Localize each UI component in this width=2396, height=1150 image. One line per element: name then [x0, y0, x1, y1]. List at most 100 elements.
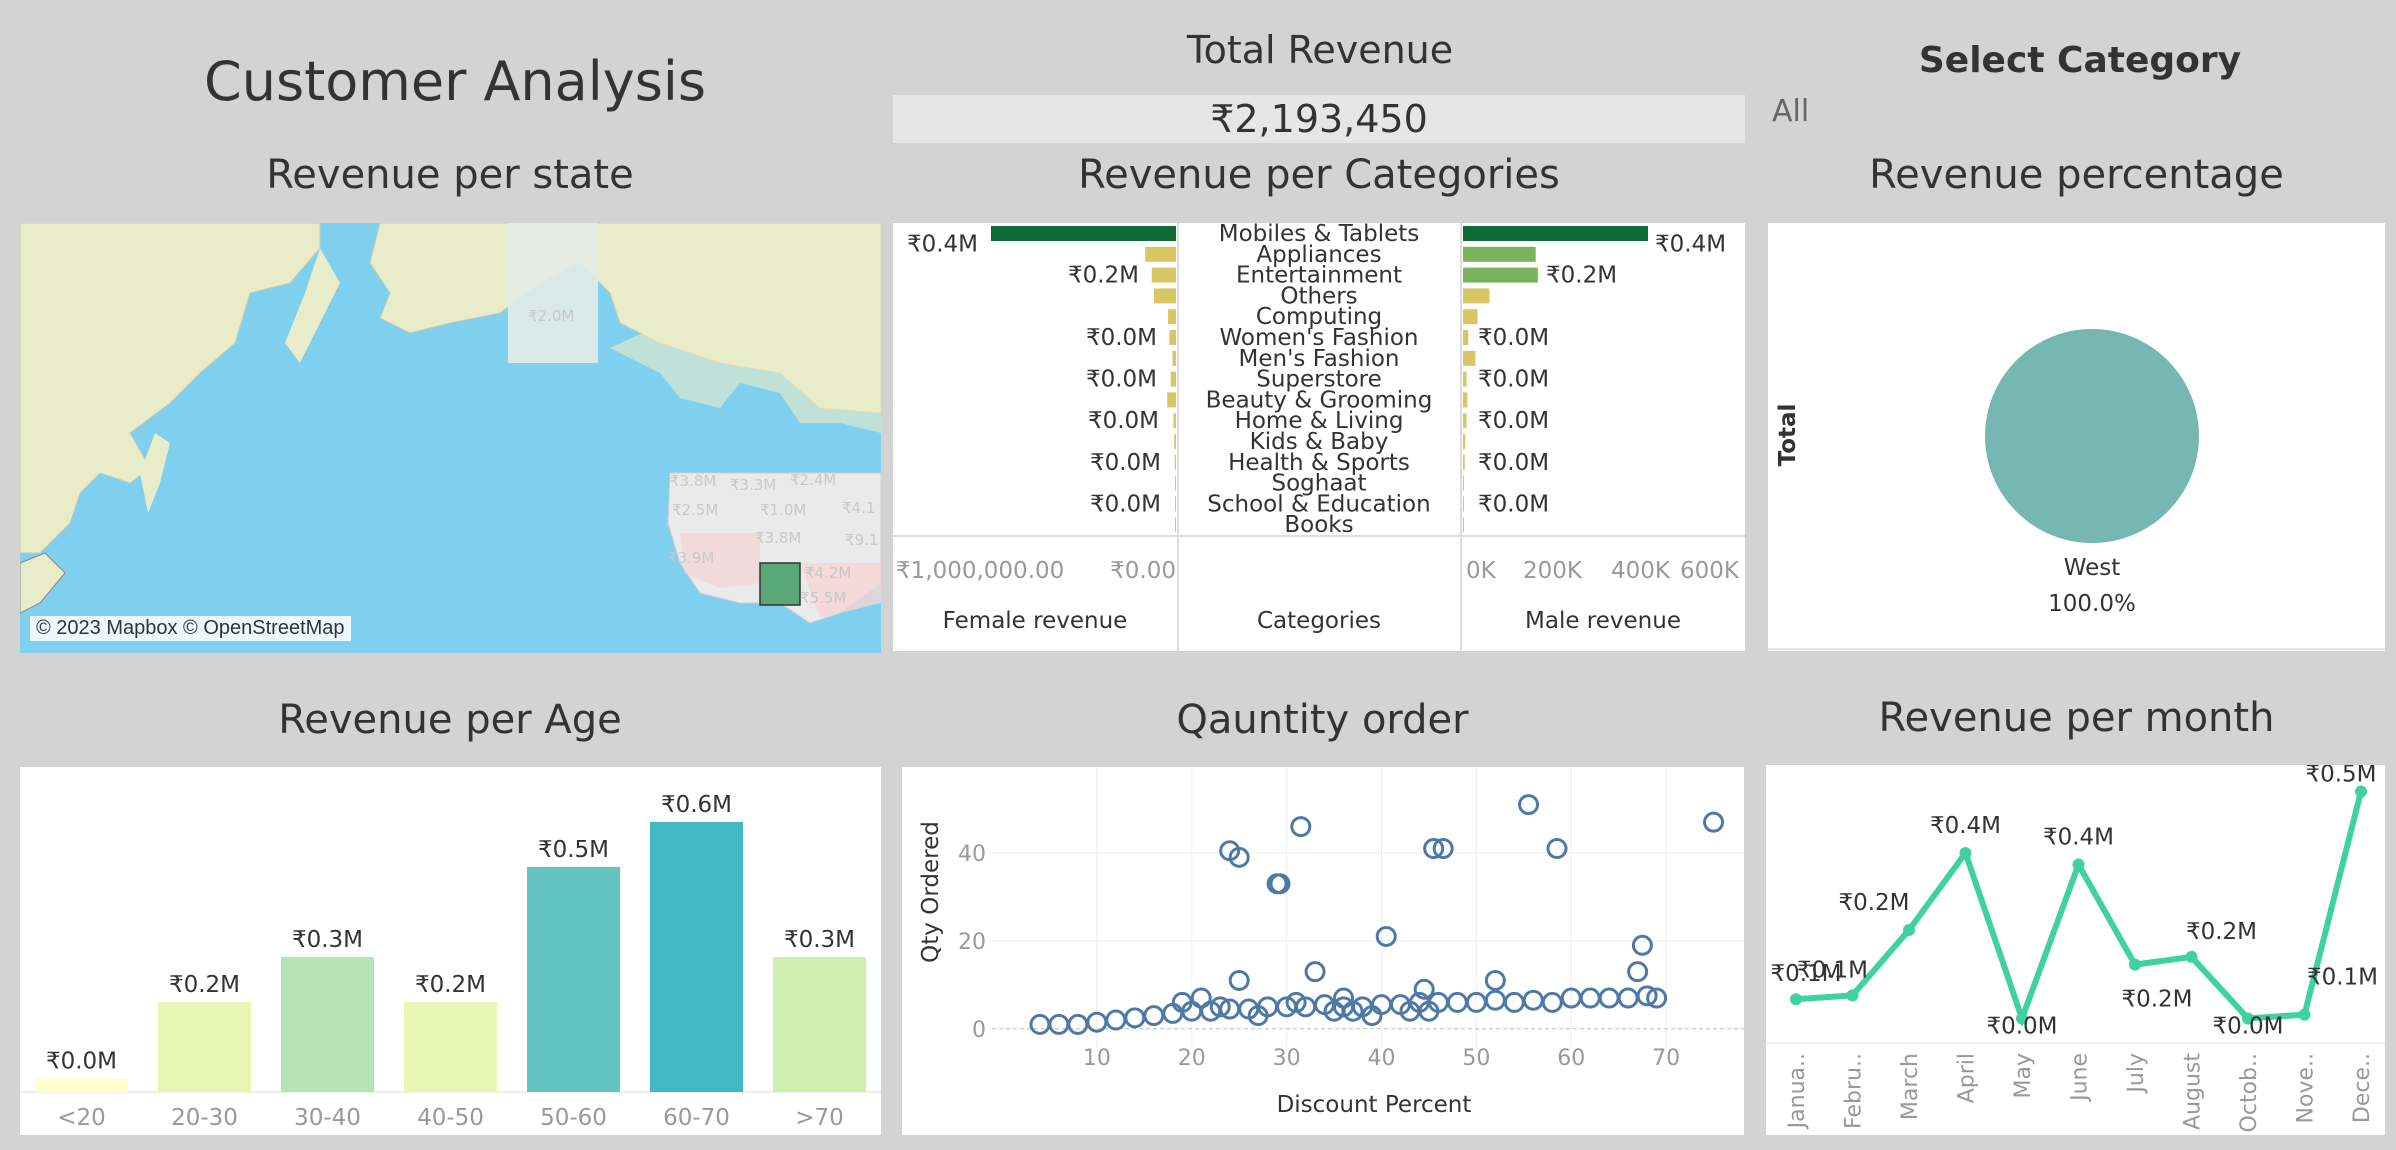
- scatter-point[interactable]: [1124, 1007, 1146, 1029]
- scatter-point[interactable]: [1162, 1002, 1184, 1024]
- male-bar[interactable]: [1463, 517, 1464, 533]
- male-axis-tick-200k: 200K: [1523, 558, 1583, 584]
- male-bar[interactable]: [1463, 475, 1464, 491]
- age-bar[interactable]: [773, 957, 866, 1092]
- scatter-x-tick: 60: [1557, 1046, 1585, 1071]
- age-category-label: 50-60: [540, 1105, 607, 1131]
- scatter-point[interactable]: [1304, 961, 1326, 983]
- female-bar[interactable]: [991, 226, 1176, 241]
- scatter-point[interactable]: [1048, 1013, 1070, 1035]
- male-bar[interactable]: [1463, 350, 1476, 366]
- female-bar[interactable]: [1175, 496, 1176, 512]
- male-bar[interactable]: [1463, 434, 1466, 449]
- month-point[interactable]: [2298, 1008, 2311, 1021]
- female-bar[interactable]: [1174, 434, 1176, 449]
- scatter-point[interactable]: [1541, 991, 1563, 1013]
- male-bar[interactable]: [1463, 267, 1538, 283]
- male-bar[interactable]: [1463, 496, 1464, 512]
- scatter-point[interactable]: [1627, 961, 1649, 983]
- scatter-point[interactable]: [1617, 987, 1639, 1009]
- scatter-point[interactable]: [1598, 987, 1620, 1009]
- female-bar[interactable]: [1153, 288, 1176, 304]
- map-alaska-region[interactable]: [508, 223, 598, 363]
- female-bar[interactable]: [1173, 413, 1176, 429]
- scatter-point[interactable]: [1375, 925, 1397, 947]
- male-bar[interactable]: [1463, 330, 1469, 345]
- select-category-dropdown[interactable]: All: [1772, 94, 1892, 129]
- scatter-x-label: Discount Percent: [1277, 1092, 1472, 1118]
- revenue-map[interactable]: ₹2.0M₹3.8M ₹3.3M ₹2.4M₹2.5M ₹1.0M ₹4.1₹3.8M ₹…: [20, 223, 881, 653]
- age-bar-label: ₹0.3M: [292, 927, 363, 953]
- female-bar[interactable]: [1174, 454, 1176, 470]
- scatter-point[interactable]: [1143, 1005, 1165, 1027]
- scatter-point[interactable]: [1067, 1013, 1089, 1035]
- female-bar[interactable]: [1170, 371, 1176, 387]
- scatter-point[interactable]: [1522, 989, 1544, 1011]
- month-category-label: May: [2011, 1053, 2036, 1098]
- scatter-point[interactable]: [1518, 794, 1540, 816]
- age-bar[interactable]: [281, 957, 374, 1092]
- scatter-point[interactable]: [1546, 838, 1568, 860]
- scatter-point[interactable]: [1446, 991, 1468, 1013]
- female-value-label: ₹0.2M: [1068, 263, 1139, 289]
- map-attribution[interactable]: © 2023 Mapbox © OpenStreetMap: [30, 616, 351, 641]
- quantity-order-chart: 10 20 30 40 50 60 70 0 20 40 Qty Ordered Discount…: [918, 767, 1744, 1118]
- male-bar[interactable]: [1463, 288, 1490, 304]
- map-state-label: ₹2.0M: [528, 307, 574, 325]
- scatter-point[interactable]: [1105, 1009, 1127, 1031]
- scatter-y-label: Qty Ordered: [918, 821, 944, 963]
- scatter-point[interactable]: [1484, 989, 1506, 1011]
- scatter-point[interactable]: [1703, 811, 1725, 833]
- age-bar[interactable]: [158, 1002, 251, 1092]
- month-point[interactable]: [1790, 993, 1802, 1006]
- month-panel: ₹0.1M Janua.. ₹0.1M Febru.. ₹0.2M March ₹0.4M A…: [1766, 762, 2385, 1135]
- age-category-label: 30-40: [294, 1105, 361, 1131]
- male-bar[interactable]: [1463, 226, 1648, 241]
- female-bar[interactable]: [1145, 246, 1176, 262]
- age-bar[interactable]: [527, 867, 620, 1092]
- category-label: Books: [1284, 512, 1353, 538]
- male-bar[interactable]: [1463, 309, 1478, 325]
- scatter-point[interactable]: [1484, 969, 1506, 991]
- map-state-label: ₹3.9M: [668, 549, 714, 567]
- month-point[interactable]: [1846, 989, 1859, 1002]
- map-panel[interactable]: ₹2.0M ₹3.8M ₹3.3M ₹2.4M ₹2.5M ₹1.0M ₹4.1 ₹3.8M ₹…: [20, 223, 881, 653]
- age-bar[interactable]: [404, 1002, 497, 1092]
- male-revenue-header: Male revenue: [1525, 608, 1681, 634]
- month-point[interactable]: [2185, 950, 2198, 963]
- female-bar[interactable]: [1167, 392, 1176, 408]
- female-bar[interactable]: [1172, 350, 1176, 366]
- map-state-highlight[interactable]: [759, 562, 801, 606]
- month-point[interactable]: [1903, 924, 1915, 936]
- scatter-point[interactable]: [1290, 816, 1312, 838]
- age-bar-label: ₹0.6M: [661, 792, 732, 818]
- female-bar[interactable]: [1169, 330, 1176, 345]
- female-bar[interactable]: [1151, 267, 1176, 283]
- male-bar[interactable]: [1463, 392, 1468, 408]
- age-bar[interactable]: [650, 822, 743, 1092]
- scatter-panel: 10 20 30 40 50 60 70 0 20 40 Qty Ordered Discount…: [902, 767, 1744, 1135]
- age-bar[interactable]: [35, 1078, 128, 1093]
- pie-slice-west[interactable]: [1985, 329, 2199, 543]
- scatter-point[interactable]: [1503, 991, 1525, 1013]
- month-point[interactable]: [2129, 958, 2141, 971]
- scatter-point[interactable]: [1631, 934, 1653, 956]
- male-bar[interactable]: [1463, 413, 1467, 429]
- month-point[interactable]: [1959, 847, 1972, 860]
- scatter-point[interactable]: [1579, 987, 1601, 1009]
- month-value-label: ₹0.2M: [1838, 890, 1909, 916]
- male-bar[interactable]: [1463, 246, 1536, 262]
- month-category-label: Octob..: [2237, 1053, 2262, 1132]
- scatter-point[interactable]: [1029, 1013, 1051, 1035]
- scatter-y-tick: 20: [958, 930, 986, 955]
- male-bar[interactable]: [1463, 454, 1465, 470]
- age-bar-label: ₹0.2M: [169, 972, 240, 998]
- female-bar[interactable]: [1175, 475, 1176, 491]
- month-point[interactable]: [2072, 858, 2085, 871]
- age-panel: ₹0.0M <20 ₹0.2M 20-30 ₹0.3M 30-40 ₹0.2M 40-50 ₹0…: [20, 767, 881, 1135]
- male-bar[interactable]: [1463, 371, 1467, 387]
- female-bar[interactable]: [1175, 517, 1176, 533]
- scatter-point[interactable]: [1228, 969, 1250, 991]
- scatter-point[interactable]: [1190, 987, 1212, 1009]
- female-bar[interactable]: [1168, 309, 1176, 325]
